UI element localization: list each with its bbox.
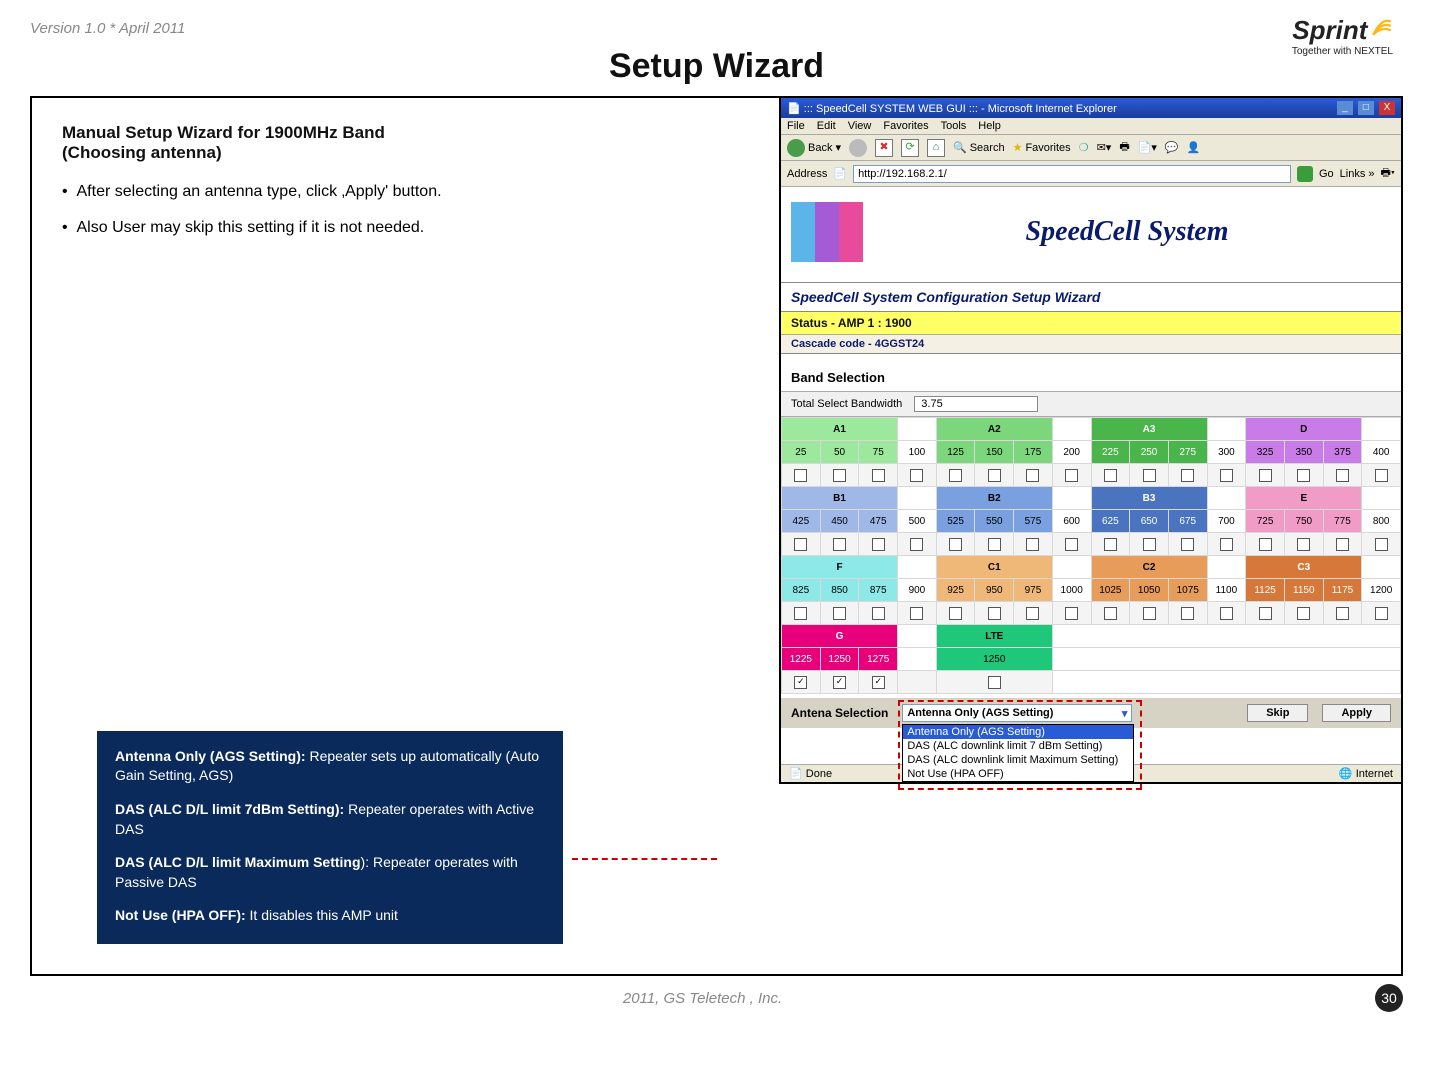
forward-icon[interactable] <box>849 139 867 157</box>
menu-edit[interactable]: Edit <box>817 120 836 132</box>
print-icon[interactable]: 🖶 <box>1119 138 1129 157</box>
logo-subtext: Together with NEXTEL <box>1292 46 1393 57</box>
menu-help[interactable]: Help <box>978 120 1001 132</box>
page-footer: 2011, GS Teletech , Inc. 30 <box>30 984 1403 1012</box>
menu-file[interactable]: File <box>787 120 805 132</box>
antenna-label: Antena Selection <box>791 706 888 720</box>
go-label: Go <box>1319 168 1334 180</box>
band-A1: A1 <box>782 418 898 441</box>
band-A2: A2 <box>936 418 1052 441</box>
page-number-badge: 30 <box>1375 984 1403 1012</box>
antenna-selection-row: Antena Selection Antenna Only (AGS Setti… <box>781 698 1401 728</box>
cascade-row: Cascade code - 4GGST24 <box>781 335 1401 354</box>
address-input[interactable]: http://192.168.2.1/ <box>853 165 1291 183</box>
menu-tools[interactable]: Tools <box>941 120 967 132</box>
mail-icon[interactable]: ✉▾ <box>1097 141 1112 154</box>
band-grid: A1 A2 A3 D 255075100 125150175200 225250… <box>781 417 1401 694</box>
page-content: SpeedCell System SpeedCell System Config… <box>781 187 1401 782</box>
ie-menubar: File Edit View Favorites Tools Help <box>781 118 1401 135</box>
sprint-fan-icon <box>1371 15 1393 37</box>
apply-button[interactable]: Apply <box>1322 704 1391 722</box>
copyright-text: 2011, GS Teletech , Inc. <box>623 990 782 1007</box>
go-icon[interactable] <box>1297 166 1313 182</box>
ie-toolbar: Back ▾ ✖ ⟳ ⌂ 🔍Search ★Favorites ❍ ✉▾ 🖶 📄… <box>781 135 1401 161</box>
antenna-dropdown: Antenna Only (AGS Setting) DAS (ALC down… <box>902 724 1134 782</box>
star-icon: ★ <box>1013 141 1023 154</box>
favorites-button[interactable]: ★Favorites <box>1013 141 1071 154</box>
antenna-option-1[interactable]: Antenna Only (AGS Setting) <box>903 725 1133 739</box>
menu-favorites[interactable]: Favorites <box>883 120 928 132</box>
skip-button[interactable]: Skip <box>1247 704 1308 722</box>
search-button[interactable]: 🔍Search <box>953 141 1005 154</box>
browser-screenshot: 📄 ::: SpeedCell SYSTEM WEB GUI ::: - Mic… <box>779 96 1403 784</box>
total-bw-label: Total Select Bandwidth <box>791 398 902 410</box>
links-label[interactable]: Links » <box>1340 168 1375 180</box>
search-icon: 🔍 <box>953 141 967 154</box>
menu-view[interactable]: View <box>848 120 872 132</box>
refresh-icon[interactable]: ⟳ <box>901 139 919 157</box>
total-bandwidth-row: Total Select Bandwidth 3.75 <box>781 392 1401 417</box>
antenna-option-3[interactable]: DAS (ALC downlink limit Maximum Setting) <box>903 753 1133 767</box>
total-bw-input[interactable]: 3.75 <box>914 396 1038 412</box>
status-row: Status - AMP 1 : 1900 <box>781 312 1401 335</box>
antenna-info-box: Antenna Only (AGS Setting): Repeater set… <box>97 731 563 944</box>
wizard-header: SpeedCell System Configuration Setup Wiz… <box>781 282 1401 312</box>
band-A3: A3 <box>1091 418 1207 441</box>
speedcell-title: SpeedCell System <box>863 216 1391 248</box>
minimize-icon[interactable]: _ <box>1337 101 1353 115</box>
address-label: Address <box>787 168 827 180</box>
sprint-logo: Sprint Together with NEXTEL <box>1292 15 1393 57</box>
messenger-icon[interactable]: 👤 <box>1187 141 1201 154</box>
page-title: Setup Wizard <box>30 47 1403 86</box>
ie-page-icon: 📄 <box>787 103 801 115</box>
home-icon[interactable]: ⌂ <box>927 139 945 157</box>
color-tabs <box>791 202 863 262</box>
band-selection-header: Band Selection <box>781 364 1401 392</box>
media-icon[interactable]: ❍ <box>1079 141 1089 154</box>
version-text: Version 1.0 * April 2011 <box>30 20 1403 37</box>
edit-icon[interactable]: 📄▾ <box>1138 141 1157 154</box>
discuss-icon[interactable]: 💬 <box>1165 141 1179 154</box>
main-frame: Manual Setup Wizard for 1900MHz Band (Ch… <box>30 96 1403 976</box>
back-icon <box>787 139 805 157</box>
band-D: D <box>1246 418 1362 441</box>
callout-line <box>572 858 717 860</box>
logo-main-text: Sprint <box>1292 15 1367 45</box>
checkbox[interactable] <box>794 469 807 482</box>
antenna-select[interactable]: Antenna Only (AGS Setting)▾ <box>902 704 1132 722</box>
ie-addressbar: Address 📄 http://192.168.2.1/ Go Links »… <box>781 161 1401 187</box>
antenna-option-4[interactable]: Not Use (HPA OFF) <box>903 767 1133 781</box>
address-page-icon: 📄 <box>833 167 847 180</box>
antenna-option-2[interactable]: DAS (ALC downlink limit 7 dBm Setting) <box>903 739 1133 753</box>
stop-icon[interactable]: ✖ <box>875 139 893 157</box>
back-button[interactable]: Back ▾ <box>787 139 841 157</box>
maximize-icon[interactable]: □ <box>1358 101 1374 115</box>
extra-icon[interactable]: 🖶▾ <box>1381 164 1395 183</box>
ie-titlebar: 📄 ::: SpeedCell SYSTEM WEB GUI ::: - Mic… <box>781 98 1401 118</box>
close-icon[interactable]: X <box>1379 101 1395 115</box>
